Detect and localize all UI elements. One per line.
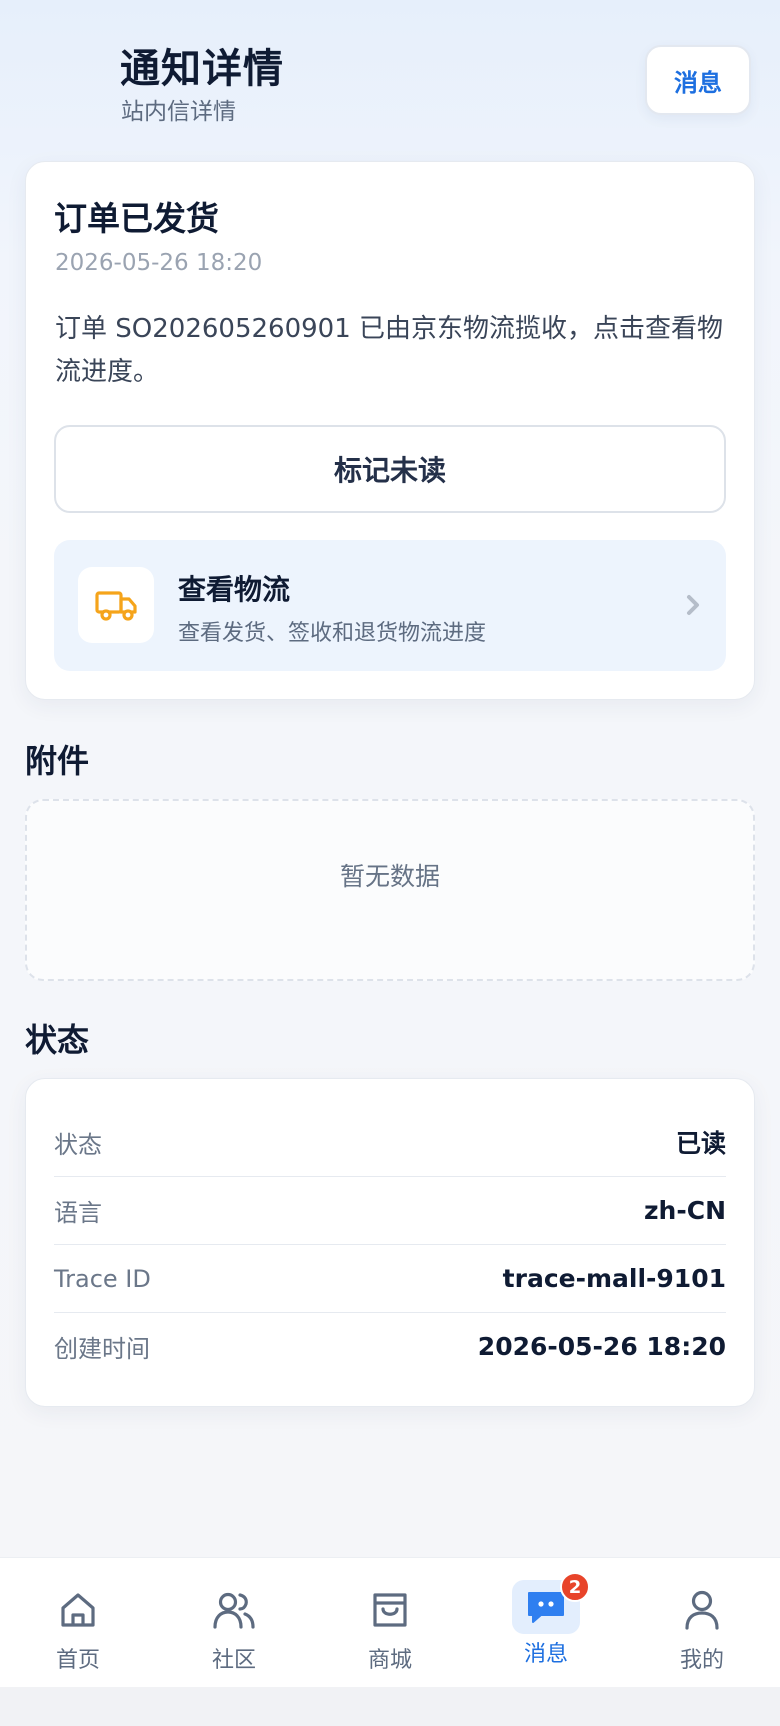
truck-icon [95, 591, 137, 621]
chevron-right-icon [687, 595, 699, 615]
tab-label: 商城 [367, 1648, 412, 1673]
bottom-tab-bar: 首页 社区 商城 2 消息 我的 [0, 1557, 780, 1687]
logistics-icon-box [78, 567, 154, 643]
tab-label: 社区 [211, 1648, 256, 1673]
page-header: 通知详情 站内信详情 消息 [0, 0, 780, 150]
notice-time: 2026-05-26 18:20 [55, 250, 263, 276]
tab-label: 首页 [55, 1648, 100, 1673]
tab-profile[interactable]: 我的 [624, 1558, 780, 1688]
empty-state-text: 暂无数据 [339, 862, 440, 891]
page-subtitle: 站内信详情 [121, 99, 236, 125]
attachments-empty-box: 暂无数据 [25, 799, 755, 981]
row-value: 2026-05-26 18:20 [477, 1332, 726, 1361]
profile-icon [680, 1588, 724, 1632]
language-row: 语言 zh-CN [54, 1176, 726, 1244]
row-value: trace-mall-9101 [502, 1264, 726, 1293]
tab-shop[interactable]: 商城 [312, 1558, 468, 1688]
logistics-title: 查看物流 [178, 573, 291, 606]
row-label: 状态 [54, 1130, 102, 1159]
notice-card: 订单已发货 2026-05-26 18:20 订单 SO202605260901… [25, 161, 755, 700]
created-time-row: 创建时间 2026-05-26 18:20 [54, 1312, 726, 1380]
row-value: 已读 [675, 1129, 726, 1158]
row-label: 语言 [54, 1199, 102, 1227]
safe-area-strip [0, 1687, 780, 1726]
view-logistics-link[interactable]: 查看物流 查看发货、签收和退货物流进度 [54, 540, 726, 671]
trace-id-row: Trace ID trace-mall-9101 [54, 1244, 726, 1312]
tab-home[interactable]: 首页 [0, 1558, 156, 1688]
row-label: 创建时间 [54, 1335, 150, 1363]
tab-label: 消息 [523, 1642, 568, 1667]
messages-button[interactable]: 消息 [645, 45, 751, 115]
tab-messages[interactable]: 2 消息 [468, 1558, 624, 1688]
home-icon [56, 1588, 100, 1632]
message-icon: 2 [512, 1572, 590, 1634]
status-row: 状态 已读 [54, 1108, 726, 1176]
tab-community[interactable]: 社区 [156, 1558, 312, 1688]
tab-label: 我的 [679, 1648, 724, 1673]
notice-title: 订单已发货 [54, 199, 219, 238]
status-card: 状态 已读 语言 zh-CN Trace ID trace-mall-9101 … [25, 1078, 755, 1407]
unread-badge: 2 [560, 1572, 590, 1602]
row-value: zh-CN [644, 1196, 726, 1225]
status-section-title: 状态 [25, 1021, 90, 1059]
shop-bag-icon [368, 1588, 412, 1632]
row-label: Trace ID [54, 1264, 151, 1293]
mark-unread-button[interactable]: 标记未读 [54, 425, 726, 513]
attachments-section-title: 附件 [25, 742, 90, 780]
community-icon [212, 1588, 256, 1632]
logistics-subtitle: 查看发货、签收和退货物流进度 [178, 621, 487, 646]
notice-body: 订单 SO202605260901 已由京东物流揽收，点击查看物流进度。 [55, 314, 724, 387]
page-title: 通知详情 [120, 46, 284, 92]
